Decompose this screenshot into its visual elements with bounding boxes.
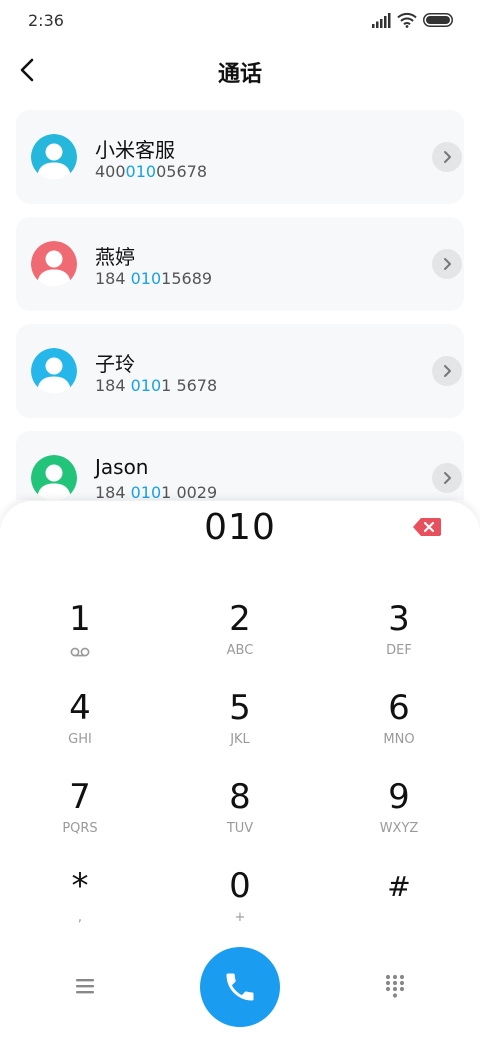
key-6[interactable]: 6 MNO [339,684,459,764]
avatar [31,348,77,394]
key-letters: GHI [68,732,92,747]
key-3[interactable]: 3 DEF [339,595,459,675]
key-letters: DEF [386,643,412,658]
key-letters: WXYZ [379,821,419,836]
signal-icon [372,13,391,28]
key-letters: PQRS [62,821,98,836]
key-digit: # [387,870,411,903]
chevron-right-icon [444,472,451,484]
wifi-icon [397,12,417,28]
call-button[interactable] [200,947,280,1027]
key-digit: 9 [388,777,410,817]
key-digit: 5 [229,688,251,728]
number-suffix: 1 5678 [161,376,218,395]
key-digit: * [71,866,89,906]
key-4[interactable]: 4 GHI [20,684,140,764]
menu-icon[interactable] [70,971,100,1001]
key-7[interactable]: 7 PQRS [20,773,140,853]
number-match: 010 [125,162,157,181]
number-suffix: 15689 [161,269,213,288]
chevron-right-icon [444,258,451,270]
voicemail-icon [70,647,90,657]
key-9[interactable]: 9 WXYZ [339,773,459,853]
page-title: 通话 [217,62,262,87]
key-letters: ABC [226,643,254,658]
avatar [31,134,77,180]
contact-name: Jason [95,455,149,479]
key-letters: TUV [226,821,254,836]
contact-row[interactable]: Jason 184 0101 0029 [16,431,464,500]
key-digit: 4 [69,688,91,728]
key-digit: 3 [388,599,410,639]
battery-icon [423,13,453,27]
contact-name: 燕婷 [95,245,135,269]
contact-detail-button[interactable] [432,142,462,172]
number-match: 010 [130,269,162,288]
contact-detail-button[interactable] [432,463,462,493]
status-time: 2:36 [28,11,64,30]
number-match: 010 [130,376,162,395]
key-hash[interactable]: # [339,862,459,942]
key-8[interactable]: 8 TUV [180,773,300,853]
avatar [31,455,77,500]
backspace-icon[interactable] [412,517,442,537]
contact-name: 子玲 [95,352,135,376]
contact-row[interactable]: 子玲 184 0101 5678 [16,324,464,418]
contact-number: 184 01015689 [95,269,212,288]
number-prefix: 184 [95,376,131,395]
contact-row[interactable]: 燕婷 184 01015689 [16,217,464,311]
key-1[interactable]: 1 [20,595,140,675]
key-letters: + [234,910,246,925]
person-avatar-icon [31,241,77,287]
key-digit: 6 [388,688,410,728]
contact-row[interactable]: 小米客服 40001005678 [16,110,464,204]
person-avatar-icon [31,455,77,500]
key-2[interactable]: 2 ABC [180,595,300,675]
contact-number: 40001005678 [95,162,207,181]
contact-name: 小米客服 [95,138,175,162]
contact-number: 184 0101 5678 [95,376,217,395]
number-prefix: 184 [95,483,131,500]
dialed-number: 010 [204,507,276,548]
number-suffix: 05678 [156,162,207,181]
status-bar: 2:36 [0,0,480,42]
contact-detail-button[interactable] [432,249,462,279]
key-5[interactable]: 5 JKL [180,684,300,764]
avatar [31,241,77,287]
dialpad-grid-icon[interactable] [383,973,407,999]
key-letters: MNO [383,732,415,747]
chevron-right-icon [444,151,451,163]
number-suffix: 1 0029 [161,483,218,500]
key-letters: , [77,910,83,925]
contact-detail-button[interactable] [432,356,462,386]
dialpad-panel: 010 1 2 ABC 3 DEF 4 GHI 5 JKL 6 MNO 7 PQ… [0,501,480,1040]
person-avatar-icon [31,348,77,394]
phone-icon [226,973,254,1001]
key-digit: 2 [229,599,251,639]
number-prefix: 184 [95,269,131,288]
chevron-right-icon [444,365,451,377]
contact-results-list: 小米客服 40001005678 燕婷 184 01015689 子玲 184 … [0,110,480,500]
key-digit: 8 [229,777,251,817]
key-digit: 0 [229,866,251,906]
key-star[interactable]: * , [20,862,140,942]
key-digit: 7 [69,777,91,817]
key-letters: JKL [230,732,250,747]
key-digit: 1 [69,599,91,639]
contact-number: 184 0101 0029 [95,483,217,500]
number-prefix: 400 [95,162,126,181]
key-0[interactable]: 0 + [180,862,300,942]
person-avatar-icon [31,134,77,180]
number-match: 010 [130,483,162,500]
